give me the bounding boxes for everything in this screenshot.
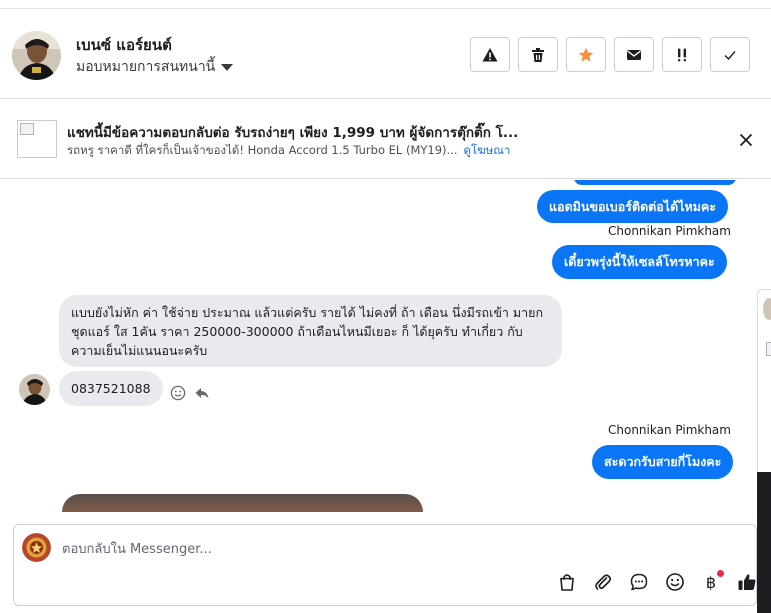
double-exclaim-icon (678, 48, 686, 61)
message-thread[interactable]: แอดมินขอเบอร์ติดต่อได้ไหมคะ Chonnikan Pi… (0, 180, 757, 512)
mark-done-button[interactable] (710, 37, 750, 72)
mark-unread-button[interactable] (614, 37, 654, 72)
delete-button[interactable] (518, 37, 558, 72)
shop-button[interactable] (556, 571, 578, 593)
follow-up-button[interactable] (662, 37, 702, 72)
conversation-header: เบนซ์ แอร์ยนต์ มอบหมายการสนทนานี้ (0, 8, 771, 99)
sender-name: Chonnikan Pimkham (608, 224, 731, 238)
message-bubble-in[interactable]: 0837521088 (59, 371, 163, 406)
smiley-icon (666, 573, 684, 591)
messenger-inbox-view: เบนซ์ แอร์ยนต์ มอบหมายการสนทนานี้ แชทนี้… (0, 0, 771, 613)
message-bubble-out[interactable]: เดี๋ยวพรุ่งนี้ให้เซลล์โทรหาคะ (552, 245, 727, 279)
side-panel-dark-area (757, 472, 771, 613)
payment-button[interactable]: ฿ (700, 570, 724, 593)
message-bubble-out[interactable]: สะดวกรับสายกี่โมงคะ (592, 445, 734, 479)
reply-input[interactable] (62, 539, 662, 559)
like-button[interactable] (736, 571, 758, 593)
mark-spam-button[interactable] (470, 37, 510, 72)
react-button[interactable] (169, 384, 187, 402)
baht-icon: ฿ (705, 572, 717, 592)
check-icon (724, 50, 736, 60)
trash-icon (532, 47, 544, 62)
thumbs-up-icon (738, 574, 756, 590)
smiley-icon (170, 385, 186, 401)
alert-icon (482, 47, 498, 61)
reply-button[interactable] (193, 384, 211, 402)
broken-image-icon (766, 342, 771, 356)
emoji-button[interactable] (664, 571, 686, 593)
caret-down-icon (221, 63, 234, 71)
contact-avatar[interactable] (12, 31, 61, 80)
mail-icon (627, 49, 641, 60)
ad-context-banner: แชทนี้มีข้อความตอบกลับต่อ รับรถง่ายๆ เพี… (0, 99, 771, 179)
chat-bubble-icon (630, 573, 648, 591)
saved-replies-button[interactable] (628, 571, 650, 593)
conversation-actions (470, 37, 750, 72)
message-bubble-out[interactable]: แอดมินขอเบอร์ติดต่อได้ไหมคะ (537, 190, 729, 223)
star-button[interactable] (566, 37, 606, 72)
contact-name: เบนซ์ แอร์ยนต์ (76, 36, 172, 54)
contact-avatar-small[interactable] (19, 374, 50, 405)
assign-label: มอบหมายการสนทนานี้ (76, 59, 216, 75)
close-icon (739, 133, 753, 147)
reply-composer: ฿ (13, 524, 757, 606)
ad-description: รถหรู ราคาดี ที่ใครก็เป็นเจ้าของได้! Hon… (67, 143, 458, 157)
attach-button[interactable] (592, 571, 614, 593)
ad-title: แชทนี้มีข้อความตอบกลับต่อ รับรถง่ายๆ เพี… (67, 125, 519, 141)
star-icon (578, 47, 594, 62)
paperclip-icon (595, 574, 612, 590)
bag-icon (560, 574, 574, 591)
sender-name: Chonnikan Pimkham (608, 423, 731, 437)
photo-attachment[interactable] (62, 494, 423, 512)
broken-image-icon (20, 123, 34, 135)
composer-toolbar: ฿ (556, 570, 758, 593)
close-banner-button[interactable] (736, 130, 756, 150)
view-ad-link[interactable]: ดูโฆษณา (464, 143, 511, 157)
page-avatar (22, 533, 51, 562)
message-bubble-out-clipped[interactable] (574, 180, 736, 185)
ad-subtitle: รถหรู ราคาดี ที่ใครก็เป็นเจ้าของได้! Hon… (67, 142, 510, 160)
assign-conversation-dropdown[interactable]: มอบหมายการสนทนานี้ (76, 56, 234, 78)
side-avatar (763, 298, 771, 320)
notification-dot (717, 570, 724, 577)
ad-thumbnail[interactable] (17, 120, 57, 158)
reply-icon (195, 388, 209, 399)
message-bubble-in[interactable]: แบบยังไม่หัก ค่า ใช้จ่าย ประมาณ แล้วแต่ค… (59, 295, 562, 367)
